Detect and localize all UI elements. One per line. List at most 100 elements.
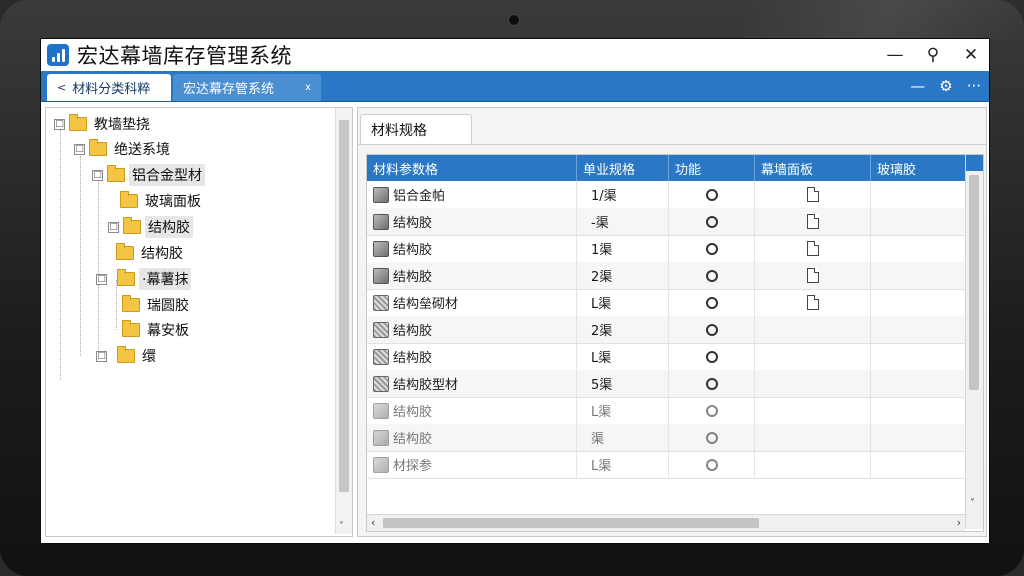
folder-icon	[116, 243, 134, 260]
radio-circle-icon[interactable]	[705, 188, 718, 201]
table-row[interactable]: 结构胶 渠	[367, 424, 965, 452]
search-button[interactable]: ⚲	[923, 45, 943, 65]
table-row[interactable]: 结构胶型材 5渠	[367, 370, 965, 398]
scroll-thumb[interactable]	[339, 120, 349, 492]
function-cell	[669, 181, 755, 208]
grid-horizontal-scrollbar[interactable]: ‹ ›	[367, 514, 965, 531]
radio-circle-icon[interactable]	[705, 215, 718, 228]
tab-label: 宏达幕存管系统	[183, 82, 275, 97]
chevron-down-icon[interactable]: ˅	[970, 498, 975, 509]
strip-toolbar: — ⚙ ···	[910, 71, 981, 101]
gear-icon[interactable]: ⚙	[939, 77, 952, 95]
cube-icon	[373, 294, 389, 311]
material-name-cell: 铝合金帕	[367, 181, 577, 208]
document-icon[interactable]	[806, 214, 819, 229]
chevron-left-icon[interactable]: ‹	[371, 516, 375, 529]
expand-toggle-icon[interactable]: □	[92, 169, 103, 181]
column-header[interactable]: 玻璃胶	[871, 155, 965, 181]
material-name: 结构胶	[393, 216, 433, 231]
app-screen: 宏达幕墙库存管理系统 — ⚲ ✕ < 材料分类科粹 宏达幕存管系统 ⅹ — ⚙ …	[40, 38, 990, 544]
glass-glue-cell	[871, 262, 965, 289]
tree-guide	[60, 130, 61, 380]
material-name-cell: 结构胶	[367, 424, 577, 451]
expand-toggle-icon[interactable]: □	[108, 221, 119, 233]
tree-scrollbar[interactable]: ˅	[335, 108, 352, 534]
radio-circle-icon[interactable]	[705, 458, 718, 471]
tree-item[interactable]: □ 铝合金型材	[92, 163, 205, 187]
tree-item[interactable]: 瑞圆胶	[122, 293, 192, 317]
tree-item-label: 缳	[142, 349, 156, 365]
more-icon[interactable]: ···	[967, 77, 981, 95]
material-name-cell: 结构胶	[367, 343, 577, 370]
radio-circle-icon[interactable]	[705, 269, 718, 282]
panel-cell	[755, 451, 871, 478]
column-header[interactable]: 幕墙面板	[755, 155, 871, 181]
minimize-button[interactable]: —	[885, 45, 905, 65]
window-controls: — ⚲ ✕	[885, 39, 981, 71]
glass-glue-cell	[871, 343, 965, 370]
table-row[interactable]: 结构胶 L渠	[367, 397, 965, 425]
spec-grid: 材料参数格 单业规格 功能 幕墙面板 玻璃胶 铝合金帕 1/渠 结构胶 -渠 结构胶 1渠…	[366, 154, 984, 532]
table-row[interactable]: 结构胶 1渠	[367, 235, 965, 263]
folder-icon	[123, 217, 141, 234]
radio-circle-icon[interactable]	[705, 323, 718, 336]
tree-item[interactable]: 玻璃面板	[104, 189, 204, 213]
tree-item[interactable]: 结构胶	[108, 241, 186, 265]
tree-item-label: 绝送系境	[114, 142, 170, 158]
expand-toggle-icon[interactable]: □	[96, 350, 107, 362]
folder-icon	[69, 114, 87, 131]
radio-circle-icon[interactable]	[705, 377, 718, 390]
expand-toggle-icon[interactable]: □	[74, 143, 85, 155]
table-row[interactable]: 结构胶 2渠	[367, 316, 965, 344]
radio-circle-icon[interactable]	[705, 242, 718, 255]
tree-item[interactable]: □ ·幕薯抹	[96, 267, 192, 291]
document-icon[interactable]	[806, 187, 819, 202]
function-cell	[669, 370, 755, 397]
table-row[interactable]: 结构垒砌材 L渠	[367, 289, 965, 317]
tab-material-category[interactable]: < 材料分类科粹	[47, 74, 171, 101]
material-name: 结构胶	[393, 432, 433, 447]
function-cell	[669, 451, 755, 478]
column-header[interactable]: 单业规格	[577, 155, 669, 181]
chevron-down-icon[interactable]: ˅	[339, 521, 344, 532]
document-icon[interactable]	[806, 268, 819, 283]
bezel-shine	[744, 0, 1024, 40]
radio-circle-icon[interactable]	[705, 431, 718, 444]
close-button[interactable]: ✕	[961, 45, 981, 65]
function-cell	[669, 289, 755, 316]
tree-item[interactable]: □ 教墙垫挠	[54, 112, 153, 136]
table-row[interactable]: 结构胶 2渠	[367, 262, 965, 290]
column-header[interactable]: 功能	[669, 155, 755, 181]
table-row[interactable]: 结构胶 -渠	[367, 208, 965, 236]
function-cell	[669, 262, 755, 289]
grid-vertical-scrollbar[interactable]: ˅	[965, 155, 983, 529]
scroll-thumb[interactable]	[969, 175, 979, 390]
table-row[interactable]: 铝合金帕 1/渠	[367, 181, 965, 209]
tree-item[interactable]: □ 结构胶	[108, 215, 193, 239]
column-header[interactable]: 材料参数格	[367, 155, 577, 181]
radio-circle-icon[interactable]	[705, 296, 718, 309]
table-row[interactable]: 材探参 L渠	[367, 451, 965, 479]
chevron-right-icon[interactable]: ›	[957, 516, 961, 529]
scroll-up-button[interactable]	[966, 155, 983, 171]
collapse-button[interactable]: —	[910, 77, 925, 95]
tree-item[interactable]: 幕安板	[122, 318, 192, 342]
tree-item[interactable]: □ 绝送系境	[74, 137, 173, 161]
function-cell	[669, 235, 755, 262]
grid-header: 材料参数格 单业规格 功能 幕墙面板 玻璃胶	[367, 155, 965, 181]
tab-material-spec[interactable]: 材料规格	[360, 114, 472, 144]
expand-toggle-icon[interactable]: □	[54, 118, 65, 130]
expand-toggle-icon[interactable]: □	[96, 273, 107, 285]
document-icon[interactable]	[806, 241, 819, 256]
tab-system[interactable]: 宏达幕存管系统 ⅹ	[173, 74, 321, 101]
panel-cell	[755, 208, 871, 235]
cube-icon	[373, 348, 389, 365]
scroll-thumb[interactable]	[383, 518, 759, 528]
pin-icon[interactable]: ⅹ	[305, 82, 311, 93]
radio-circle-icon[interactable]	[705, 404, 718, 417]
tree-item[interactable]: □ 缳	[96, 344, 159, 368]
folder-icon	[122, 320, 140, 337]
table-row[interactable]: 结构胶 L渠	[367, 343, 965, 371]
radio-circle-icon[interactable]	[705, 350, 718, 363]
document-icon[interactable]	[806, 295, 819, 310]
